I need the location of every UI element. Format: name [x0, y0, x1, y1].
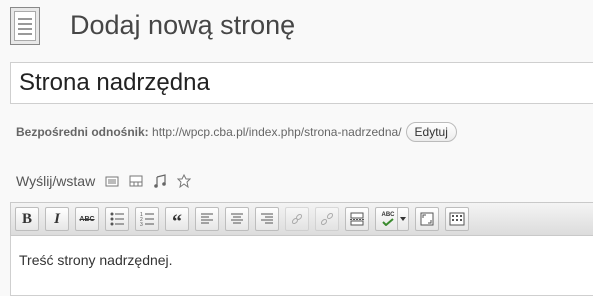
media-upload-row: Wyślij/wstaw — [16, 173, 192, 189]
add-video-icon[interactable] — [129, 174, 143, 188]
page-icon — [10, 7, 40, 45]
numbered-list-icon: 123 — [140, 212, 154, 227]
add-media-icon[interactable] — [177, 173, 192, 189]
permalink: Bezpośredni odnośnik: http://wpcp.cba.pl… — [16, 122, 457, 142]
media-upload-label: Wyślij/wstaw — [16, 173, 96, 189]
align-center-icon — [231, 213, 243, 224]
link-icon — [291, 213, 303, 225]
bold-label: B — [21, 210, 32, 227]
align-center-button[interactable] — [225, 207, 249, 231]
bold-button[interactable]: B — [15, 207, 39, 231]
svg-text:3: 3 — [140, 222, 143, 227]
kitchen-sink-button[interactable] — [445, 207, 469, 231]
page-header: Dodaj nową stronę — [0, 0, 593, 58]
fullscreen-button[interactable] — [415, 207, 439, 231]
insert-more-button[interactable] — [345, 207, 369, 231]
align-left-button[interactable] — [195, 207, 219, 231]
kitchen-sink-icon — [449, 212, 465, 226]
checkmark-icon — [382, 218, 394, 226]
bullet-list-icon — [110, 212, 124, 226]
strikethrough-label: ABC — [79, 215, 95, 223]
editor-toolbar: B I ABC 123 “ ABC — [10, 202, 593, 236]
editor-content[interactable]: Treść strony nadrzędnej. — [10, 236, 593, 296]
more-tag-icon — [350, 212, 364, 226]
permalink-label: Bezpośredni odnośnik: — [16, 125, 149, 139]
align-right-icon — [261, 213, 273, 224]
unlink-icon — [320, 212, 334, 226]
numbered-list-button[interactable]: 123 — [135, 207, 159, 231]
title-input[interactable]: Strona nadrzędna — [10, 62, 593, 104]
blockquote-button[interactable]: “ — [165, 207, 189, 233]
unlink-button[interactable] — [315, 207, 339, 231]
add-audio-icon[interactable] — [153, 174, 167, 188]
permalink-url[interactable]: http://wpcp.cba.pl/index.php/strona-nadr… — [152, 125, 402, 139]
align-left-icon — [201, 213, 213, 224]
fullscreen-icon — [420, 212, 434, 226]
italic-label: I — [54, 210, 60, 227]
editor-text: Treść strony nadrzędnej. — [19, 252, 173, 268]
add-image-icon[interactable] — [105, 174, 119, 188]
blockquote-label: “ — [172, 211, 182, 233]
page-title: Dodaj nową stronę — [70, 10, 296, 40]
italic-button[interactable]: I — [45, 207, 69, 231]
align-right-button[interactable] — [255, 207, 279, 231]
spellcheck-dropdown[interactable] — [397, 207, 409, 231]
chevron-down-icon — [400, 217, 406, 221]
edit-permalink-button[interactable]: Edytuj — [405, 122, 457, 142]
strikethrough-button[interactable]: ABC — [75, 207, 99, 231]
bullet-list-button[interactable] — [105, 207, 129, 231]
insert-link-button[interactable] — [285, 207, 309, 231]
